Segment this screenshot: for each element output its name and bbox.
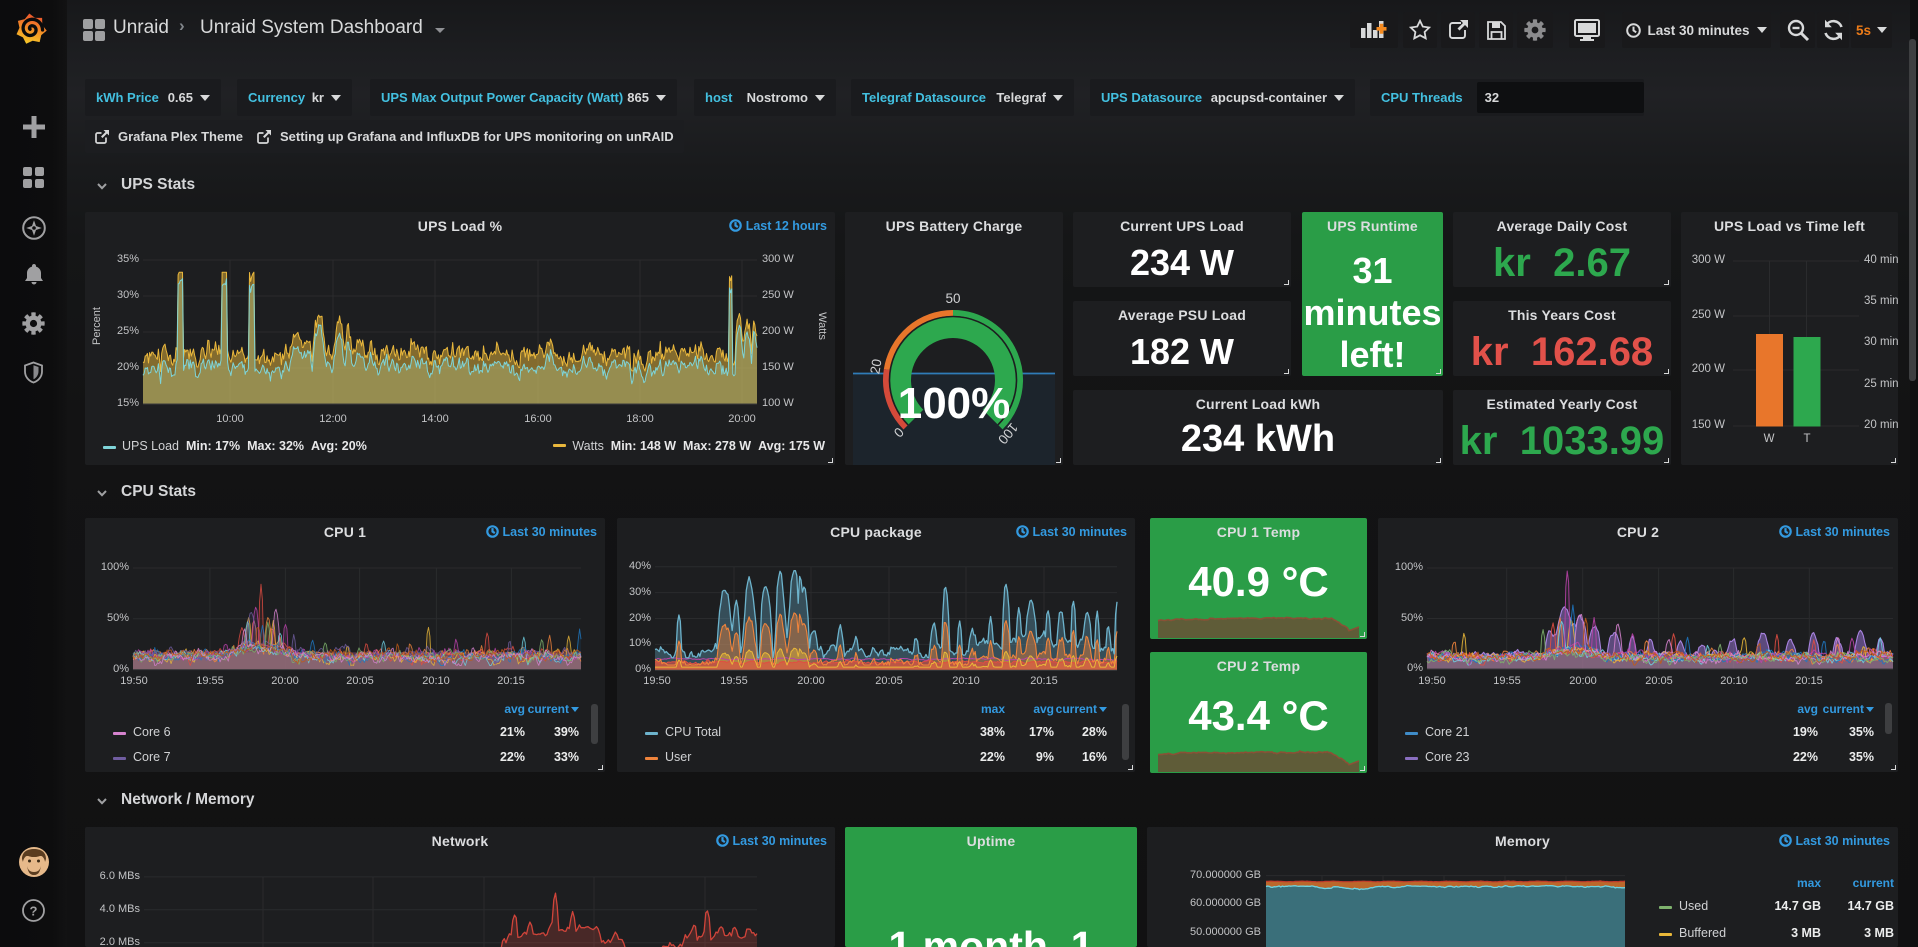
svg-text:?: ?: [30, 904, 38, 919]
